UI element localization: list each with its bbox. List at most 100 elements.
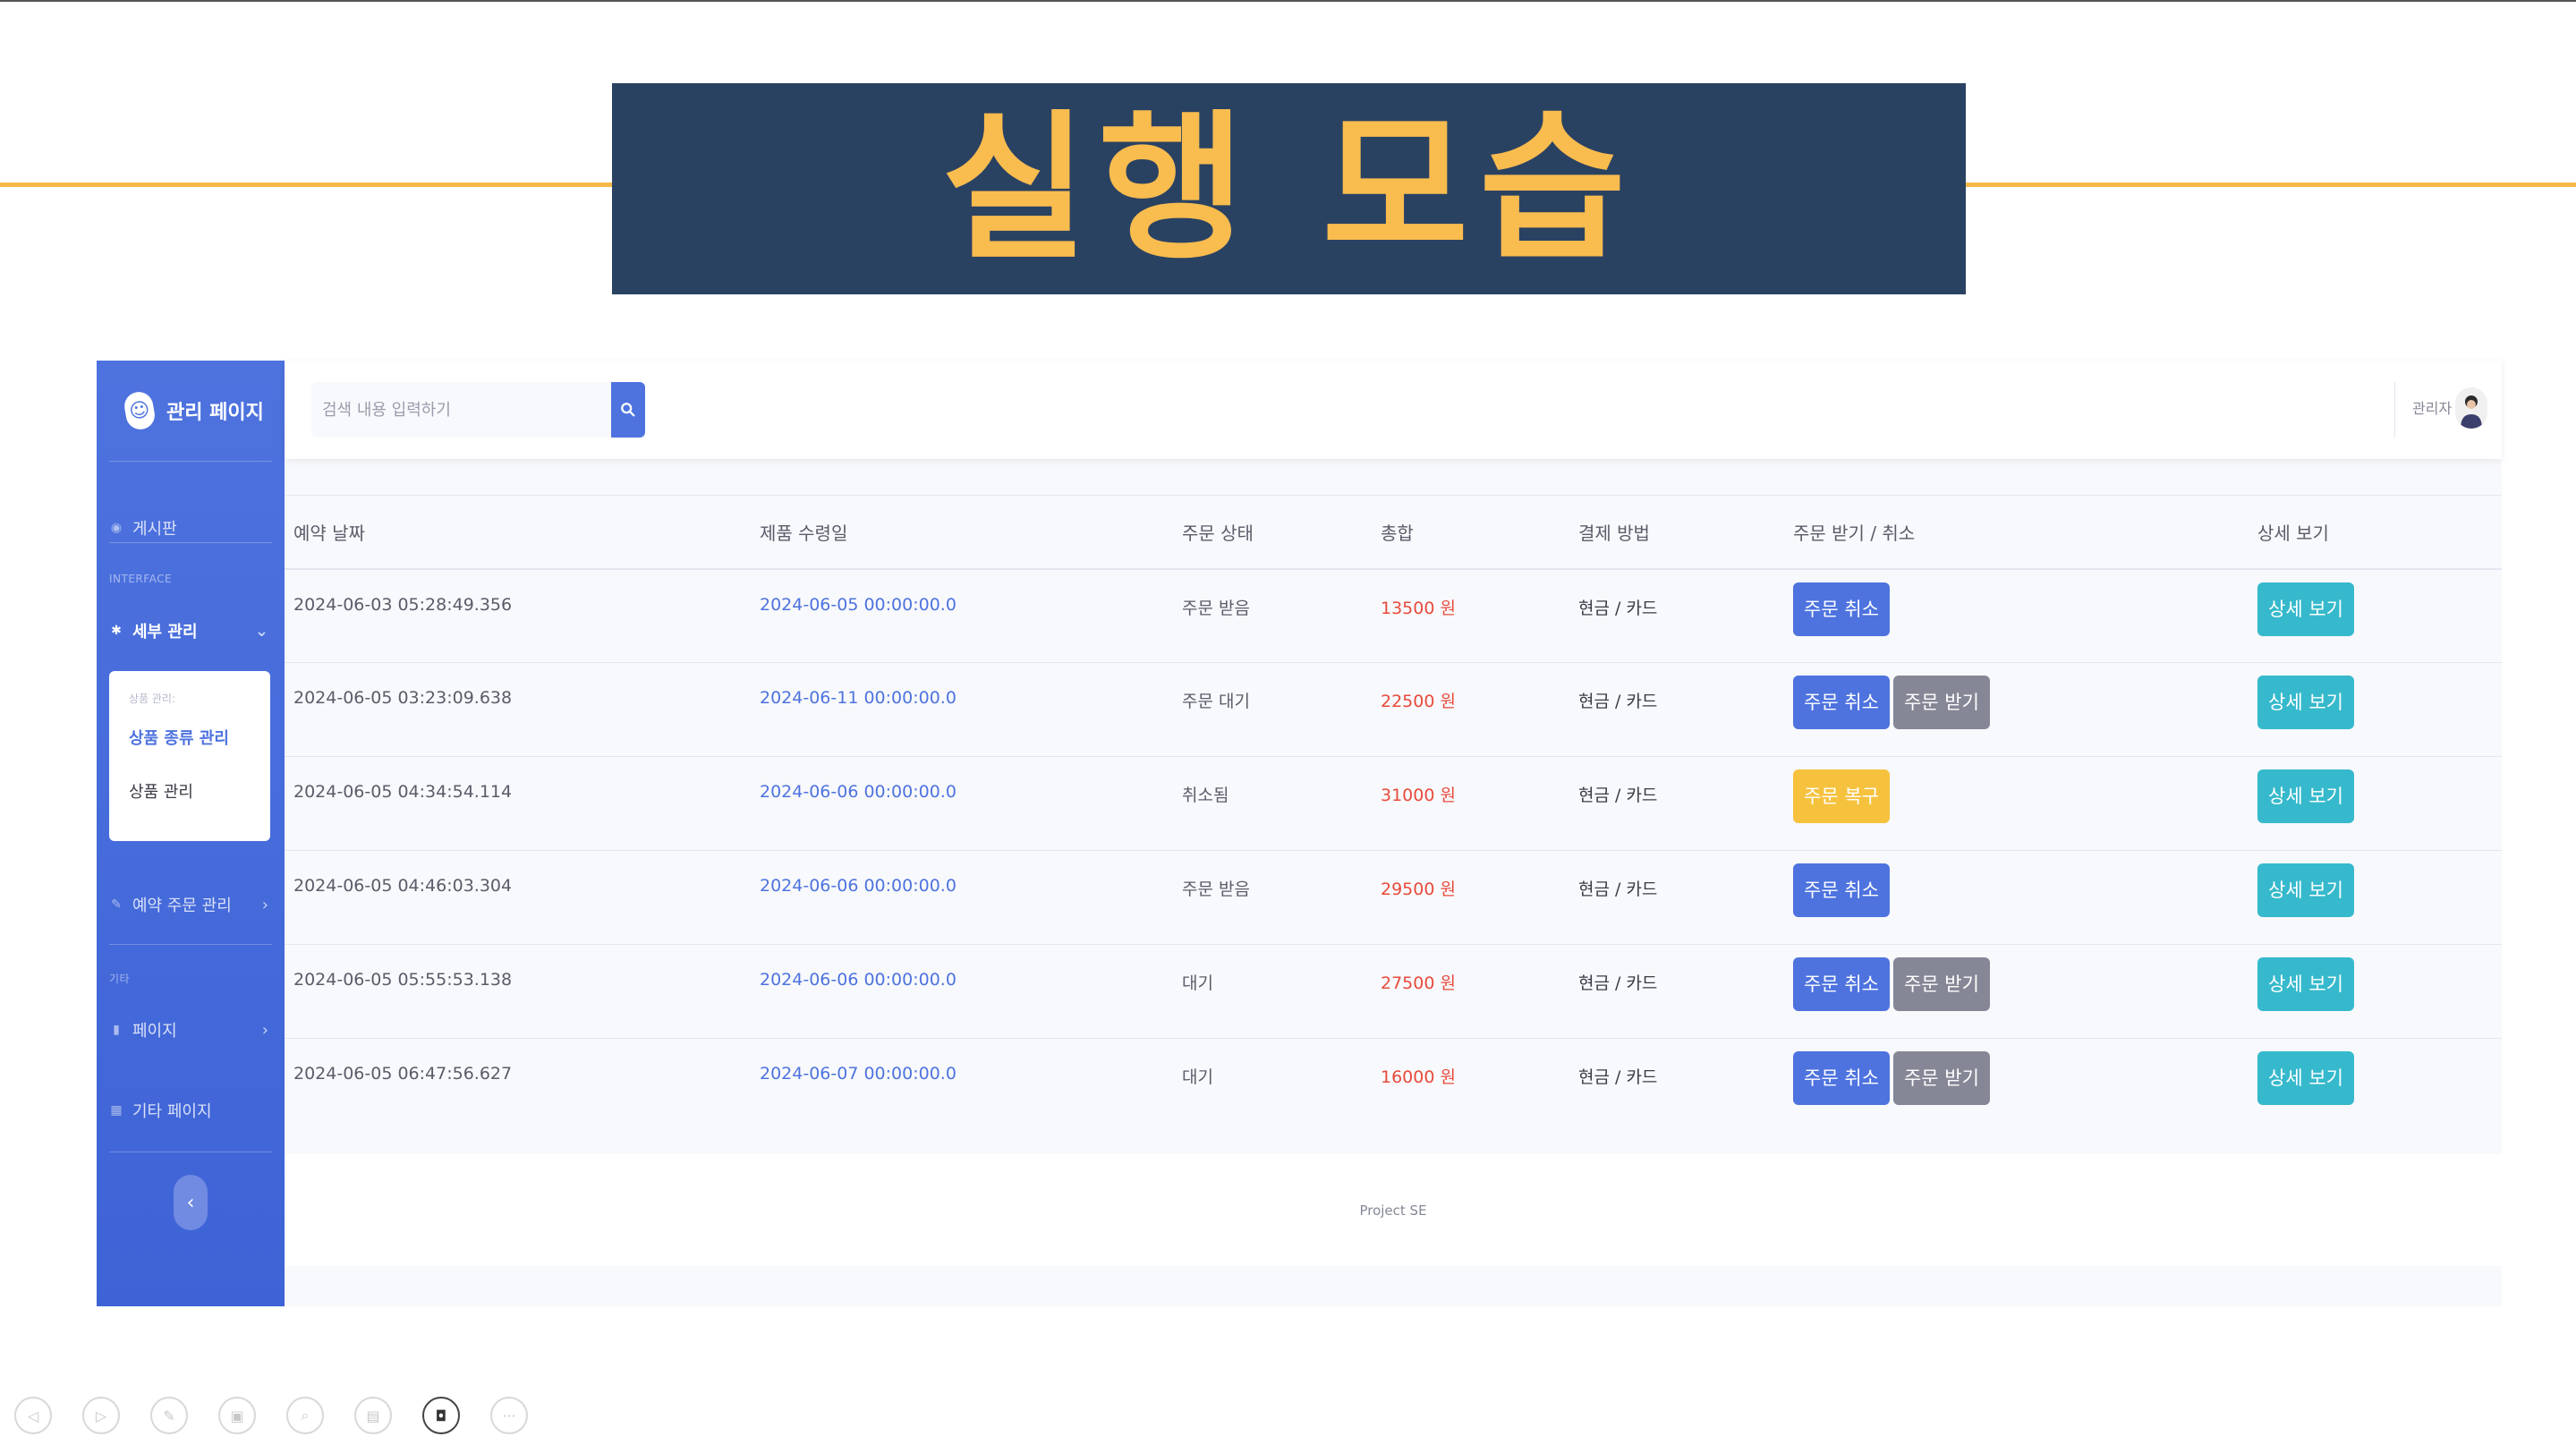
reserved-date-cell: 2024-06-05 04:34:54.114 xyxy=(285,756,751,851)
payment-cell: 현금 / 카드 xyxy=(1569,850,1784,945)
table-icon: ▦ xyxy=(110,1103,123,1118)
sidebar-item-pages[interactable]: ▮ 페이지 › xyxy=(109,1003,272,1057)
column-header[interactable]: 결제 방법 xyxy=(1569,495,1784,570)
payment-cell: 현금 / 카드 xyxy=(1578,1067,1658,1087)
view-detail-button[interactable]: 상세 보기 xyxy=(2257,863,2354,917)
table-row: 2024-06-05 04:46:03.304 2024-06-06 00:00… xyxy=(285,850,2502,945)
cancel-order-button[interactable]: 주문 취소 xyxy=(1793,863,1890,917)
total-cell: 16000 원 xyxy=(1381,1067,1456,1087)
submenu-heading: 상품 관리: xyxy=(129,693,176,705)
sidebar-item-other-pages[interactable]: ▦ 기타 페이지 xyxy=(109,1084,272,1137)
pickup-date-cell: 2024-06-05 00:00:00.0 xyxy=(751,568,1173,663)
detail-cell: 상세 보기 xyxy=(2249,850,2502,945)
view-detail-button[interactable]: 상세 보기 xyxy=(2257,769,2354,823)
topbar: 관리자 xyxy=(285,361,2502,459)
sidebar-heading-etc: 기타 xyxy=(109,973,131,985)
slides-button[interactable]: ▣ xyxy=(218,1397,256,1434)
sidebar-item-reservation-order[interactable]: ✎ 예약 주문 관리 › xyxy=(109,878,272,931)
chevron-right-icon: › xyxy=(261,1020,268,1040)
actions-cell: 주문 취소 xyxy=(1784,850,2249,945)
view-detail-button[interactable]: 상세 보기 xyxy=(2257,1051,2354,1105)
table-row: 2024-06-03 05:28:49.356 2024-06-05 00:00… xyxy=(285,568,2502,663)
view-detail-button[interactable]: 상세 보기 xyxy=(2257,582,2354,636)
reserved-date-cell: 2024-06-05 06:47:56.627 xyxy=(293,1064,513,1084)
payment-cell: 현금 / 카드 xyxy=(1569,944,1784,1039)
view-detail-button[interactable]: 상세 보기 xyxy=(2257,957,2354,1011)
status-cell: 대기 xyxy=(1182,1067,1213,1087)
cancel-order-button[interactable]: 주문 취소 xyxy=(1793,676,1890,729)
column-header[interactable]: 총합 xyxy=(1372,495,1569,570)
sidebar-item-detail-manage[interactable]: ✱ 세부 관리 ⌄ xyxy=(109,604,272,658)
cancel-order-button[interactable]: 주문 취소 xyxy=(1793,1051,1890,1105)
detail-cell: 상세 보기 xyxy=(2249,568,2502,663)
orders-table: 예약 날짜 제품 수령일 주문 상태 총합 결제 방법 주문 받기 / 취소 상… xyxy=(285,495,2502,1133)
slide-top-border xyxy=(0,0,2576,2)
avatar[interactable] xyxy=(2455,387,2487,429)
table-row: 2024-06-05 06:47:56.627 2024-06-07 00:00… xyxy=(285,1039,2502,1133)
submenu-item-product-type[interactable]: 상품 종류 관리 xyxy=(129,726,270,749)
subtitles-button[interactable]: ▤ xyxy=(354,1397,392,1434)
view-detail-button[interactable]: 상세 보기 xyxy=(2257,676,2354,729)
table-row: 2024-06-05 03:23:09.638 2024-06-11 00:00… xyxy=(285,662,2502,757)
pen-icon: ✎ xyxy=(163,1407,175,1424)
actions-cell: 주문 취소 xyxy=(1784,568,2249,663)
more-icon: ··· xyxy=(502,1407,516,1424)
accept-order-button[interactable]: 주문 받기 xyxy=(1892,1051,1990,1105)
pen-button[interactable]: ✎ xyxy=(150,1397,188,1434)
total-cell: 13500 원 xyxy=(1372,568,1569,663)
sidebar-divider xyxy=(109,542,272,543)
more-options-button[interactable]: ··· xyxy=(490,1397,528,1434)
chevron-down-icon: ⌄ xyxy=(254,621,268,641)
pickup-date-cell: 2024-06-06 00:00:00.0 xyxy=(751,850,1173,945)
column-header[interactable]: 예약 날짜 xyxy=(285,495,751,570)
cancel-order-button[interactable]: 주문 취소 xyxy=(1793,582,1890,636)
column-header[interactable]: 주문 상태 xyxy=(1173,495,1372,570)
topbar-divider xyxy=(2394,382,2395,438)
accept-order-button[interactable]: 주문 받기 xyxy=(1892,676,1990,729)
camera-button[interactable]: ◘ xyxy=(422,1397,460,1434)
camera-icon: ◘ xyxy=(435,1407,447,1424)
sidebar-item-board[interactable]: ◉ 게시판 xyxy=(109,501,272,555)
previous-slide-button[interactable]: ◁ xyxy=(14,1397,52,1434)
footer: Project SE xyxy=(285,1154,2502,1266)
folder-icon: ▮ xyxy=(113,1023,120,1037)
dashboard-icon: ◉ xyxy=(110,521,123,535)
search-button[interactable] xyxy=(611,382,645,438)
brand-logo-icon: ☺ xyxy=(122,389,157,432)
payment-cell: 현금 / 카드 xyxy=(1569,756,1784,851)
wrench-icon: ✎ xyxy=(111,897,122,912)
app-screenshot: ☺ 관리 페이지 ◉ 게시판 INTERFACE ✱ 세부 관리 ⌄ 상품 관리… xyxy=(97,361,2502,1306)
submenu-product: 상품 관리: 상품 종류 관리 상품 관리 xyxy=(109,671,270,841)
detail-cell: 상세 보기 xyxy=(2249,662,2502,757)
cancel-order-button[interactable]: 주문 취소 xyxy=(1793,957,1890,1011)
total-cell: 27500 원 xyxy=(1372,944,1569,1039)
slide-title-banner: 실행 모습 xyxy=(612,83,1966,294)
sidebar-item-label: 페이지 xyxy=(132,1022,177,1041)
column-header[interactable]: 주문 받기 / 취소 xyxy=(1784,495,2249,570)
actions-cell: 주문 취소 주문 받기 xyxy=(1784,662,2249,757)
detail-cell: 상세 보기 xyxy=(2249,1039,2502,1133)
previous-icon: ◁ xyxy=(27,1407,39,1424)
sidebar-toggle-button[interactable]: ‹ xyxy=(174,1175,208,1230)
reserved-date-cell: 2024-06-03 05:28:49.356 xyxy=(285,568,751,663)
search-input[interactable] xyxy=(311,382,611,438)
table-row: 2024-06-05 05:55:53.138 2024-06-06 00:00… xyxy=(285,944,2502,1039)
submenu-item-product[interactable]: 상품 관리 xyxy=(129,779,270,803)
total-cell: 29500 원 xyxy=(1372,850,1569,945)
zoom-button[interactable]: ⌕ xyxy=(286,1397,324,1434)
accept-order-button[interactable]: 주문 받기 xyxy=(1892,957,1990,1011)
banner-accent-line-left xyxy=(0,183,612,187)
sidebar-heading-interface: INTERFACE xyxy=(109,573,173,585)
actions-cell: 주문 취소 주문 받기 xyxy=(1784,944,2249,1039)
pickup-date-cell: 2024-06-07 00:00:00.0 xyxy=(760,1064,956,1084)
sidebar-item-label: 세부 관리 xyxy=(132,623,198,642)
column-header[interactable]: 제품 수령일 xyxy=(751,495,1173,570)
status-cell: 주문 받음 xyxy=(1173,850,1372,945)
next-slide-button[interactable]: ▷ xyxy=(82,1397,120,1434)
slide-title: 실행 모습 xyxy=(940,96,1637,281)
column-header[interactable]: 상세 보기 xyxy=(2249,495,2502,570)
status-cell: 취소됨 xyxy=(1173,756,1372,851)
brand[interactable]: ☺ 관리 페이지 xyxy=(97,361,285,461)
user-name[interactable]: 관리자 xyxy=(2412,396,2452,418)
restore-order-button[interactable]: 주문 복구 xyxy=(1793,769,1890,823)
